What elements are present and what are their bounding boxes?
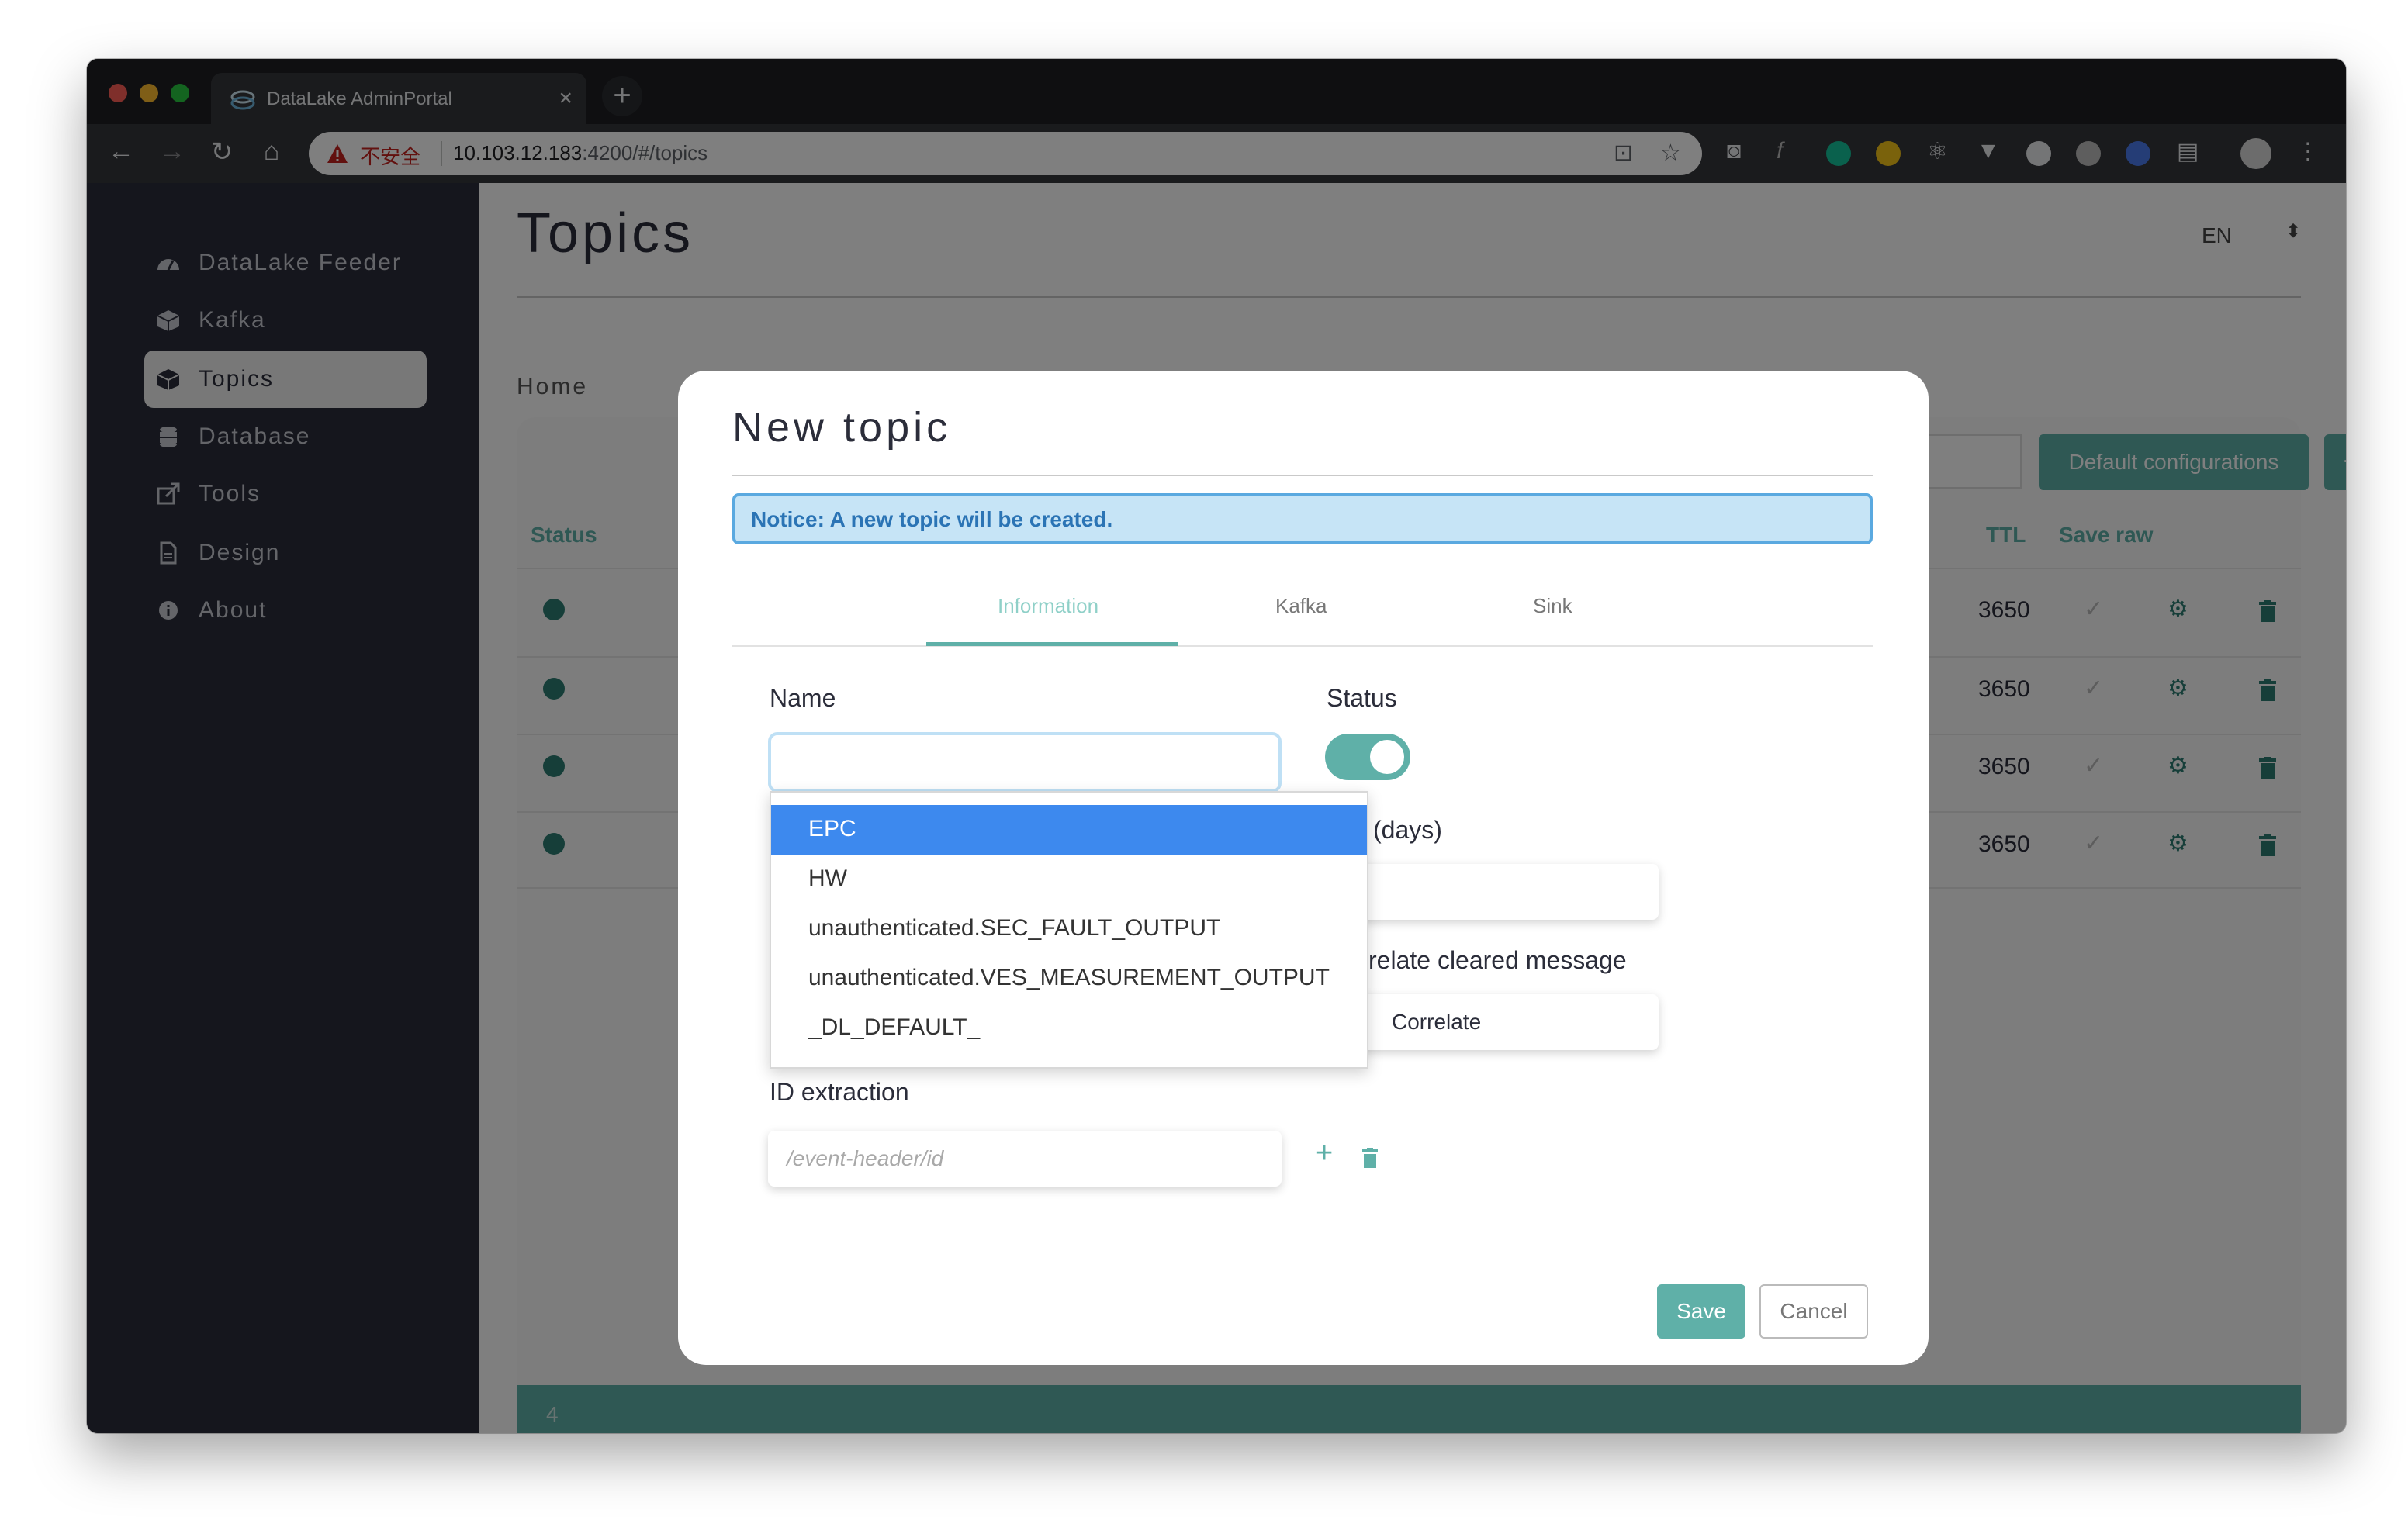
active-tab-indicator xyxy=(926,642,1178,646)
status-toggle[interactable] xyxy=(1325,734,1410,780)
correlate-option[interactable]: Correlate xyxy=(1327,994,1659,1050)
status-label: Status xyxy=(1327,684,1397,712)
tab-information[interactable]: Information xyxy=(998,594,1098,618)
dropdown-option-label: unauthenticated.VES_MEASUREMENT_OUTPUT xyxy=(808,965,1330,990)
dropdown-option-label: unauthenticated.SEC_FAULT_OUTPUT xyxy=(808,915,1221,941)
dropdown-option[interactable]: unauthenticated.VES_MEASUREMENT_OUTPUT xyxy=(771,954,1367,1004)
browser-window: DataLake AdminPortal × + ← → ↻ ⌂ 不安全 10.… xyxy=(87,59,2346,1433)
id-extraction-placeholder: /event-header/id xyxy=(787,1146,944,1170)
name-label: Name xyxy=(770,684,836,712)
ttl-label: (days) xyxy=(1373,816,1442,844)
id-extraction-label: ID extraction xyxy=(770,1078,909,1106)
correlate-option-label: Correlate xyxy=(1392,1010,1482,1034)
trash-icon[interactable] xyxy=(1362,1148,1378,1168)
cancel-button[interactable]: Cancel xyxy=(1759,1284,1868,1339)
notice-text: Notice: A new topic will be created. xyxy=(751,507,1113,531)
dropdown-option[interactable]: _DL_DEFAULT_ xyxy=(771,1004,1367,1053)
dropdown-option[interactable]: unauthenticated.SEC_FAULT_OUTPUT xyxy=(771,904,1367,954)
save-button[interactable]: Save xyxy=(1657,1284,1745,1339)
tab-sink[interactable]: Sink xyxy=(1533,594,1572,618)
correlate-label: relate cleared message xyxy=(1368,946,1627,974)
name-input[interactable] xyxy=(768,732,1282,793)
modal-title-divider xyxy=(732,475,1873,476)
dropdown-option-label: EPC xyxy=(808,816,856,841)
notice-banner: Notice: A new topic will be created. xyxy=(732,493,1873,544)
toggle-knob xyxy=(1370,740,1404,774)
dropdown-option[interactable]: EPC xyxy=(771,805,1367,855)
dropdown-option-label: _DL_DEFAULT_ xyxy=(808,1014,981,1040)
name-autocomplete-dropdown: EPC HW unauthenticated.SEC_FAULT_OUTPUT … xyxy=(770,791,1368,1069)
tab-kafka[interactable]: Kafka xyxy=(1275,594,1327,618)
modal-title: New topic xyxy=(732,404,952,451)
dropdown-option-label: HW xyxy=(808,865,847,891)
dropdown-option[interactable]: HW xyxy=(771,855,1367,904)
add-id-extraction-icon[interactable]: + xyxy=(1316,1137,1333,1170)
tabs-divider xyxy=(732,645,1873,647)
ttl-input[interactable]: 50 xyxy=(1327,864,1659,920)
id-extraction-input[interactable]: /event-header/id xyxy=(768,1131,1282,1187)
